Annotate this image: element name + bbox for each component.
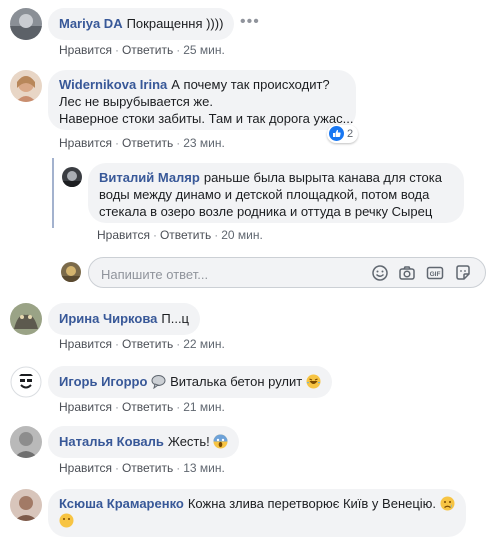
like-link[interactable]: Нравится (59, 400, 112, 414)
comment-author[interactable]: Ксюша Крамаренко (59, 496, 184, 511)
reply-link[interactable]: Ответить (122, 400, 173, 414)
comment-text: Покращення )))) (126, 16, 224, 31)
reaction-count[interactable]: 2 (327, 125, 359, 143)
comment-actions: Нравится · Ответить · 20 мин. (97, 228, 263, 242)
avatar[interactable] (62, 167, 82, 187)
reply-input[interactable] (99, 264, 363, 284)
reply-bubble: Виталий Маляр раньше была вырыта канава д… (88, 163, 464, 223)
reply-link[interactable]: Ответить (122, 136, 173, 150)
avatar (61, 262, 81, 282)
laughing-emoji-icon (306, 374, 321, 389)
gif-icon[interactable]: GIF (426, 264, 444, 282)
comment-bubble: Наталья Коваль Жесть! (48, 426, 240, 458)
comment-actions: Нравится · Ответить · 13 мин. (59, 461, 225, 475)
comment-actions: Нравится · Ответить · 22 мин. (59, 337, 225, 351)
comment-author[interactable]: Виталий Маляр (99, 170, 200, 185)
comment-text-line: стекала в озеро возле родника и оттуда в… (99, 204, 433, 219)
comment-time[interactable]: 20 мин. (221, 228, 263, 242)
comment-time[interactable]: 21 мин. (183, 400, 225, 414)
like-link[interactable]: Нравится (59, 337, 112, 351)
comment-bubble: Ксюша Крамаренко Кожна злива перетворює К… (48, 489, 466, 537)
like-link[interactable]: Нравится (97, 228, 150, 242)
comment-author[interactable]: Widernikova Irina (59, 77, 167, 92)
more-options-icon[interactable]: ••• (240, 13, 260, 31)
like-link[interactable]: Нравится (59, 461, 112, 475)
like-link[interactable]: Нравится (59, 43, 112, 57)
like-icon (329, 126, 344, 141)
comment-actions: Нравится · Ответить · 23 мин. (59, 136, 225, 150)
comment-bubble: Mariya DA Покращення )))) (48, 8, 235, 40)
comment-bubble: Widernikova Irina А почему так происходит… (48, 70, 356, 130)
comment-text: Виталька бетон рулит (170, 374, 303, 389)
reply-link[interactable]: Ответить (122, 43, 173, 57)
avatar[interactable] (10, 366, 42, 398)
reply-composer[interactable]: GIF (88, 257, 486, 288)
smiley-icon[interactable] (371, 264, 389, 282)
sad-emoji-icon (440, 496, 455, 511)
comment-bubble: Игорь Игорро Виталька бетон рулит (48, 366, 332, 398)
sticker-icon[interactable] (454, 264, 472, 282)
avatar[interactable] (10, 489, 42, 521)
comment-text-line: воды между динамо и детской площадкой, п… (99, 187, 430, 202)
camera-icon[interactable] (398, 264, 416, 282)
comment-author[interactable]: Игорь Игорро (59, 374, 147, 389)
svg-text:GIF: GIF (430, 271, 441, 278)
comment-time[interactable]: 22 мин. (183, 337, 225, 351)
comment-text-line: Лес не вырубывается же. (59, 94, 213, 109)
comment-text: Кожна злива перетворює Київ у Венецію. (187, 496, 437, 511)
avatar[interactable] (10, 426, 42, 458)
comment-author[interactable]: Mariya DA (59, 16, 123, 31)
comment-actions: Нравится · Ответить · 21 мин. (59, 400, 225, 414)
avatar[interactable] (10, 8, 42, 40)
comment-text: П...ц (161, 311, 189, 326)
comment-author[interactable]: Наталья Коваль (59, 434, 164, 449)
comment-bubble: Ирина Чиркова П...ц (48, 303, 200, 335)
like-link[interactable]: Нравится (59, 136, 112, 150)
comment-time[interactable]: 25 мин. (183, 43, 225, 57)
comment-text-line: Наверное стоки забиты. Там и так дорога … (59, 111, 354, 126)
scream-emoji-icon (213, 434, 228, 449)
reply-link[interactable]: Ответить (122, 461, 173, 475)
comment-time[interactable]: 23 мин. (183, 136, 225, 150)
comment-text-line: А почему так происходит? (171, 77, 330, 92)
comment-text: Жесть! (167, 434, 210, 449)
reply-thread-highlight (52, 158, 54, 228)
avatar[interactable] (10, 303, 42, 335)
comment-author[interactable]: Ирина Чиркова (59, 311, 157, 326)
reply-link[interactable]: Ответить (160, 228, 211, 242)
reply-link[interactable]: Ответить (122, 337, 173, 351)
comment-time[interactable]: 13 мин. (183, 461, 225, 475)
speech-bubble-icon (151, 374, 166, 390)
comment-actions: Нравится · Ответить · 25 мин. (59, 43, 225, 57)
comment-text-line: раньше была вырыта канава для стока (203, 170, 442, 185)
avatar[interactable] (10, 70, 42, 102)
